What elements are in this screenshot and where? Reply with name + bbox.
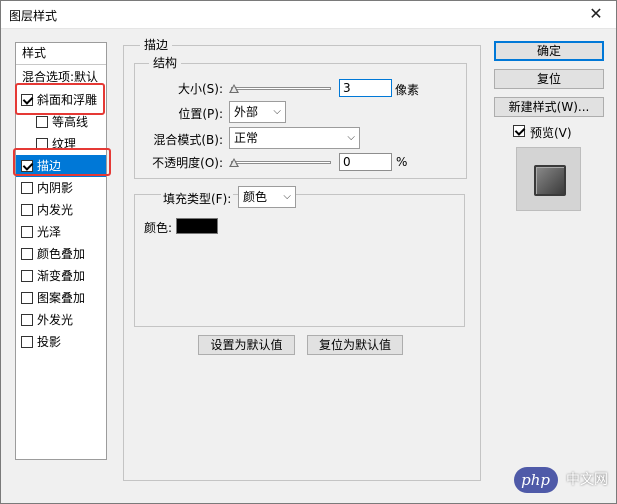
title-bar: 图层样式 ✕ — [1, 1, 616, 29]
structure-group-title: 结构 — [149, 56, 182, 70]
preview-thumbnail — [534, 165, 566, 196]
preview-checkbox[interactable] — [513, 125, 525, 137]
style-item-label: 描边 — [37, 159, 62, 173]
color-label: 颜色: — [144, 221, 173, 235]
blend-mode-select[interactable]: 正常 ⌵ — [229, 127, 360, 149]
style-list: 样式 混合选项:默认 斜面和浮雕 等高线 纹理 描边 内阴影 内发光 光泽 颜色… — [15, 42, 107, 460]
opacity-unit: % — [396, 155, 408, 169]
php-logo: php — [513, 467, 558, 493]
stroke-group-title: 描边 — [140, 38, 173, 52]
opacity-slider-track[interactable] — [231, 161, 331, 164]
style-item-label: 图案叠加 — [37, 291, 86, 305]
fill-type-select[interactable]: 颜色 ⌵ — [238, 186, 296, 208]
style-item-label: 混合选项:默认 — [22, 70, 99, 84]
style-item-inner-glow[interactable]: 内发光 — [16, 199, 106, 221]
pattern-overlay-checkbox[interactable] — [21, 292, 33, 304]
style-list-header: 样式 — [16, 43, 106, 65]
outer-glow-checkbox[interactable] — [21, 314, 33, 326]
position-select-value: 外部 — [234, 105, 259, 119]
texture-checkbox[interactable] — [36, 138, 48, 150]
fill-group — [134, 194, 465, 327]
contour-checkbox[interactable] — [36, 116, 48, 128]
window-title: 图层样式 — [9, 9, 58, 23]
style-item-label: 等高线 — [52, 115, 89, 129]
style-item-satin[interactable]: 光泽 — [16, 221, 106, 243]
chevron-down-icon: ⌵ — [283, 191, 291, 202]
reset-button[interactable]: 复位 — [494, 69, 604, 89]
size-label: 大小(S): — [177, 82, 223, 96]
inner-shadow-checkbox[interactable] — [21, 182, 33, 194]
style-item-drop-shadow[interactable]: 投影 — [16, 331, 106, 353]
fill-type-select-value: 颜色 — [243, 190, 268, 204]
ok-button[interactable]: 确定 — [494, 41, 604, 61]
stroke-checkbox[interactable] — [21, 160, 33, 172]
size-slider-track[interactable] — [231, 87, 331, 90]
make-default-button[interactable]: 设置为默认值 — [198, 335, 295, 355]
style-item-label: 斜面和浮雕 — [37, 93, 98, 107]
layer-style-dialog: 图层样式 ✕ 样式 混合选项:默认 斜面和浮雕 等高线 纹理 描边 内阴影 内发… — [0, 0, 617, 504]
watermark: php 中文网 — [513, 467, 608, 493]
size-unit: 像素 — [395, 83, 420, 97]
style-item-gradient-overlay[interactable]: 渐变叠加 — [16, 265, 106, 287]
drop-shadow-checkbox[interactable] — [21, 336, 33, 348]
satin-checkbox[interactable] — [21, 226, 33, 238]
size-slider-handle[interactable] — [229, 84, 239, 93]
chevron-down-icon: ⌵ — [273, 106, 281, 117]
style-item-label: 外发光 — [37, 313, 74, 327]
style-item-color-overlay[interactable]: 颜色叠加 — [16, 243, 106, 265]
style-item-texture[interactable]: 纹理 — [16, 133, 106, 155]
opacity-label: 不透明度(O): — [152, 156, 223, 170]
color-swatch[interactable] — [176, 218, 218, 234]
blend-mode-label: 混合模式(B): — [153, 133, 223, 147]
style-item-inner-shadow[interactable]: 内阴影 — [16, 177, 106, 199]
bevel-emboss-checkbox[interactable] — [21, 94, 33, 106]
blend-mode-select-value: 正常 — [234, 131, 259, 145]
style-item-blending-options[interactable]: 混合选项:默认 — [16, 66, 106, 88]
chevron-down-icon: ⌵ — [347, 132, 355, 143]
inner-glow-checkbox[interactable] — [21, 204, 33, 216]
style-item-label: 光泽 — [37, 225, 62, 239]
style-item-outer-glow[interactable]: 外发光 — [16, 309, 106, 331]
opacity-slider-handle[interactable] — [229, 158, 239, 167]
gradient-overlay-checkbox[interactable] — [21, 270, 33, 282]
style-item-label: 纹理 — [52, 137, 77, 151]
new-style-button[interactable]: 新建样式(W)... — [494, 97, 604, 117]
close-icon[interactable]: ✕ — [576, 1, 616, 29]
size-input[interactable]: 3 — [339, 79, 392, 97]
style-item-label: 颜色叠加 — [37, 247, 86, 261]
opacity-input[interactable]: 0 — [339, 153, 392, 171]
style-item-pattern-overlay[interactable]: 图案叠加 — [16, 287, 106, 309]
position-label: 位置(P): — [178, 107, 223, 121]
position-select[interactable]: 外部 ⌵ — [229, 101, 286, 123]
preview-label: 预览(V) — [530, 126, 572, 140]
style-item-label: 内阴影 — [37, 181, 74, 195]
style-item-stroke[interactable]: 描边 — [16, 155, 106, 177]
style-item-label: 渐变叠加 — [37, 269, 86, 283]
style-item-contour[interactable]: 等高线 — [16, 111, 106, 133]
style-item-bevel-emboss[interactable]: 斜面和浮雕 — [16, 89, 106, 111]
color-overlay-checkbox[interactable] — [21, 248, 33, 260]
fill-type-label: 填充类型(F): — [161, 190, 234, 207]
style-item-label: 内发光 — [37, 203, 74, 217]
reset-to-default-button[interactable]: 复位为默认值 — [307, 335, 403, 355]
style-item-label: 投影 — [37, 335, 62, 349]
watermark-text: 中文网 — [566, 472, 608, 488]
style-preview — [516, 147, 581, 211]
